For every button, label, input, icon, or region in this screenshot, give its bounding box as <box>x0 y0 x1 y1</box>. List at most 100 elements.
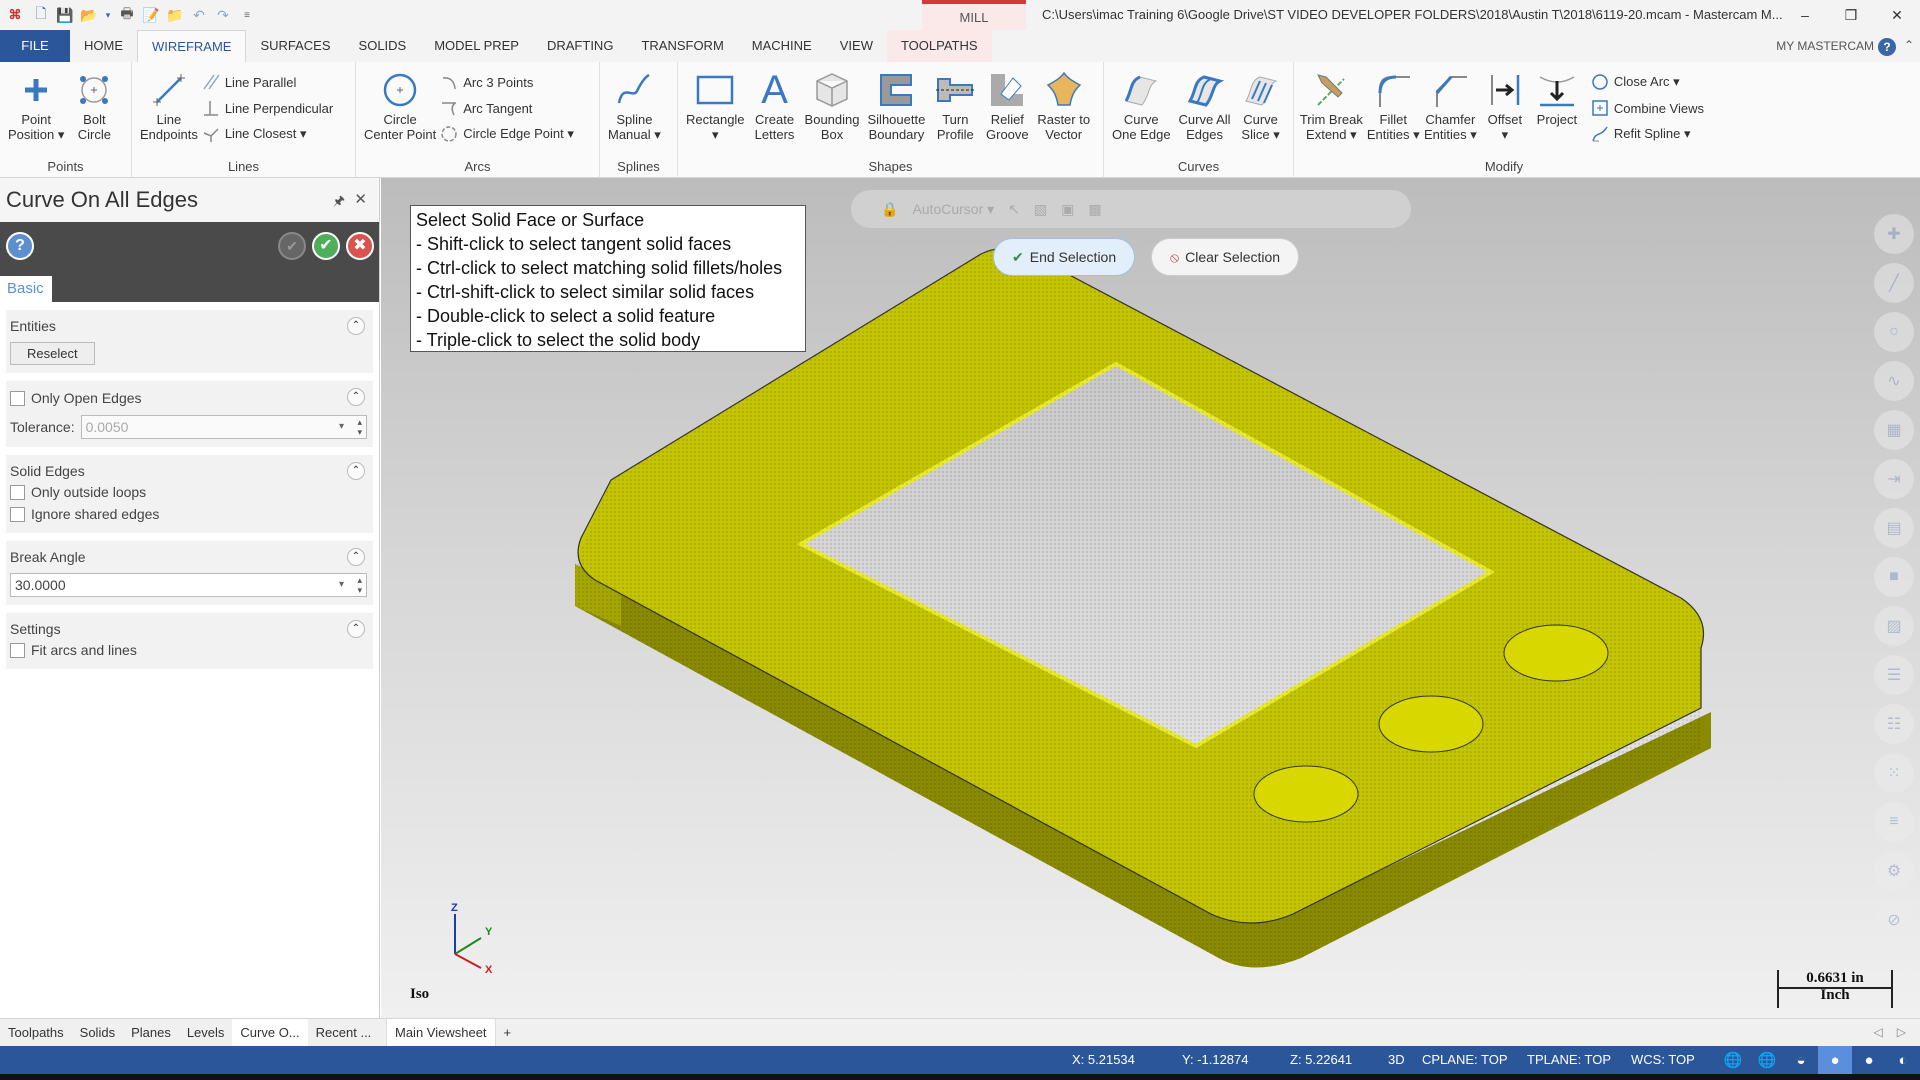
tab-view[interactable]: VIEW <box>826 30 887 62</box>
tab-levels-manager[interactable]: Levels <box>179 1019 233 1047</box>
tab-home[interactable]: HOME <box>70 30 137 62</box>
line-closest-button[interactable]: Line Closest ▾ <box>202 124 333 144</box>
tab-file[interactable]: FILE <box>0 30 70 62</box>
panel-close-icon[interactable]: ✕ <box>354 190 367 208</box>
shaded-solid-icon[interactable]: ● <box>1852 1046 1886 1074</box>
settings-icon[interactable]: ⚙ <box>1874 851 1914 891</box>
spline-icon[interactable]: ∿ <box>1874 361 1914 401</box>
select-icon[interactable]: ↖ <box>1008 201 1020 218</box>
panel-help-button[interactable]: ? <box>6 232 34 260</box>
redo-icon[interactable]: ↷ <box>214 6 232 24</box>
collapse-section-icon[interactable]: ⌃ <box>347 462 365 480</box>
tab-wireframe[interactable]: WIREFRAME <box>137 30 247 62</box>
tab-toolpaths-manager[interactable]: Toolpaths <box>0 1019 72 1047</box>
tab-transform[interactable]: TRANSFORM <box>627 30 737 62</box>
graphics-viewport[interactable]: Select Solid Face or Surface - Shift-cli… <box>381 178 1920 1018</box>
levels-icon[interactable]: ▨ <box>1874 606 1914 646</box>
spinner-icon[interactable]: ▴ ▾ <box>357 575 362 595</box>
scroll-right-icon[interactable]: ▷ <box>1897 1025 1906 1039</box>
tolerance-field[interactable]: 0.0050 ▾ ▴ ▾ <box>80 415 367 439</box>
point-icon[interactable]: ✚ <box>1874 214 1914 254</box>
tab-solids-manager[interactable]: Solids <box>72 1019 123 1047</box>
line-parallel-button[interactable]: Line Parallel <box>202 72 333 92</box>
tab-surfaces[interactable]: SURFACES <box>246 30 344 62</box>
collapse-section-icon[interactable]: ⌃ <box>347 548 365 566</box>
pin-icon[interactable]: 🖈 <box>333 192 345 214</box>
fit-arcs-lines-checkbox[interactable] <box>10 642 25 658</box>
circle-edge-point-button[interactable]: Circle Edge Point ▾ <box>440 124 574 144</box>
no-icon[interactable]: ⊘ <box>1874 900 1914 940</box>
tab-model-prep[interactable]: MODEL PREP <box>420 30 533 62</box>
box-icon[interactable]: ■ <box>1874 557 1914 597</box>
autocursor-dropdown[interactable]: AutoCursor ▾ <box>912 201 994 218</box>
dropdown-icon[interactable]: ▾ <box>339 574 344 596</box>
break-angle-field[interactable]: 30.0000 ▾ ▴ ▾ <box>10 573 367 597</box>
dimension-icon[interactable]: ⇥ <box>1874 459 1914 499</box>
lock-icon[interactable]: 🔒 <box>881 201 898 218</box>
end-selection-button[interactable]: ✔ End Selection <box>993 238 1136 276</box>
layers-icon[interactable]: ≡ <box>1874 802 1914 842</box>
my-mastercam-link[interactable]: MY MASTERCAM <box>1776 30 1874 62</box>
spinner-icon[interactable]: ▴ ▾ <box>357 417 362 437</box>
close-button[interactable]: ✕ <box>1874 0 1920 30</box>
tab-toolpaths[interactable]: TOOLPATHS <box>886 30 992 62</box>
cancel-button[interactable]: ✖ <box>346 232 374 260</box>
body-select-icon[interactable]: ▩ <box>1088 201 1101 218</box>
help-icon[interactable]: ? <box>1878 38 1896 56</box>
arc-tangent-button[interactable]: Arc Tangent <box>440 98 574 118</box>
solid-icon[interactable]: ▤ <box>1874 508 1914 548</box>
tab-planes-manager[interactable]: Planes <box>123 1019 179 1047</box>
mode-3d[interactable]: 3D <box>1388 1046 1405 1074</box>
save-icon[interactable]: 💾 <box>56 6 74 24</box>
surface-icon[interactable]: ▦ <box>1874 410 1914 450</box>
collapse-section-icon[interactable]: ⌃ <box>347 317 365 335</box>
tab-drafting[interactable]: DRAFTING <box>533 30 627 62</box>
shaded-outline-icon[interactable]: ◒ <box>1784 1046 1818 1074</box>
combine-views-button[interactable]: Combine Views <box>1591 98 1704 118</box>
tab-machine[interactable]: MACHINE <box>738 30 826 62</box>
clear-selection-button[interactable]: ⦸ Clear Selection <box>1151 238 1300 276</box>
collapse-ribbon-icon[interactable]: ⌃ <box>1904 38 1914 52</box>
wcs-status[interactable]: WCS: TOP <box>1631 1046 1695 1074</box>
print-icon[interactable]: 🖶 <box>118 5 136 24</box>
restore-button[interactable]: ❒ <box>1828 0 1874 30</box>
face-select-icon[interactable]: ▣ <box>1061 201 1074 218</box>
only-outside-loops-checkbox[interactable] <box>10 484 25 500</box>
collapse-section-icon[interactable]: ⌃ <box>347 388 365 406</box>
folder-icon[interactable]: 📁 <box>166 6 184 24</box>
tab-main-viewsheet[interactable]: Main Viewsheet <box>386 1019 496 1047</box>
toolpath-icon[interactable]: ☰ <box>1874 655 1914 695</box>
tab-solids[interactable]: SOLIDS <box>345 30 421 62</box>
line-icon[interactable]: ╱ <box>1874 263 1914 303</box>
tab-recent-functions[interactable]: Recent ... <box>308 1019 380 1047</box>
add-viewsheet-button[interactable]: + <box>496 1019 520 1047</box>
ignore-shared-edges-checkbox[interactable] <box>10 506 25 522</box>
refit-spline-button[interactable]: Refit Spline ▾ <box>1591 124 1704 144</box>
save-as-icon[interactable]: 📝 <box>142 6 160 24</box>
tab-curve-on-all-edges[interactable]: Curve O... <box>232 1018 308 1047</box>
hidden-line-globe-icon[interactable]: 🌐 <box>1750 1046 1784 1074</box>
open-icon[interactable]: 📂 <box>80 6 98 24</box>
mill-context-tab[interactable]: MILL <box>922 0 1026 30</box>
ok-and-create-new-button[interactable]: ✔ <box>278 232 306 260</box>
tplane-status[interactable]: TPLANE: TOP <box>1527 1046 1611 1074</box>
dropdown-icon[interactable]: ▾ <box>104 6 112 24</box>
list-icon[interactable]: ☷ <box>1874 704 1914 744</box>
shaded-icon[interactable]: ● <box>1818 1046 1852 1074</box>
close-arc-button[interactable]: Close Arc ▾ <box>1591 72 1704 92</box>
circle-icon[interactable]: ○ <box>1874 312 1914 352</box>
reselect-button[interactable]: Reselect <box>10 342 95 365</box>
new-file-icon[interactable]: 🗋 <box>32 5 50 24</box>
line-perpendicular-button[interactable]: Line Perpendicular <box>202 98 333 118</box>
translucency-icon[interactable]: ◐ <box>1886 1046 1920 1074</box>
dropdown-icon[interactable]: ▾ <box>339 416 344 438</box>
collapse-section-icon[interactable]: ⌃ <box>347 620 365 638</box>
only-open-edges-checkbox[interactable] <box>10 390 25 406</box>
wireframe-globe-icon[interactable]: 🌐 <box>1716 1046 1750 1074</box>
minimize-button[interactable]: – <box>1782 0 1828 30</box>
scroll-left-icon[interactable]: ◁ <box>1874 1025 1883 1039</box>
customize-icon[interactable]: ≡ <box>238 6 256 24</box>
tab-basic[interactable]: Basic <box>0 276 52 302</box>
ok-button[interactable]: ✔ <box>312 232 340 260</box>
arc-3-points-button[interactable]: Arc 3 Points <box>440 72 574 92</box>
